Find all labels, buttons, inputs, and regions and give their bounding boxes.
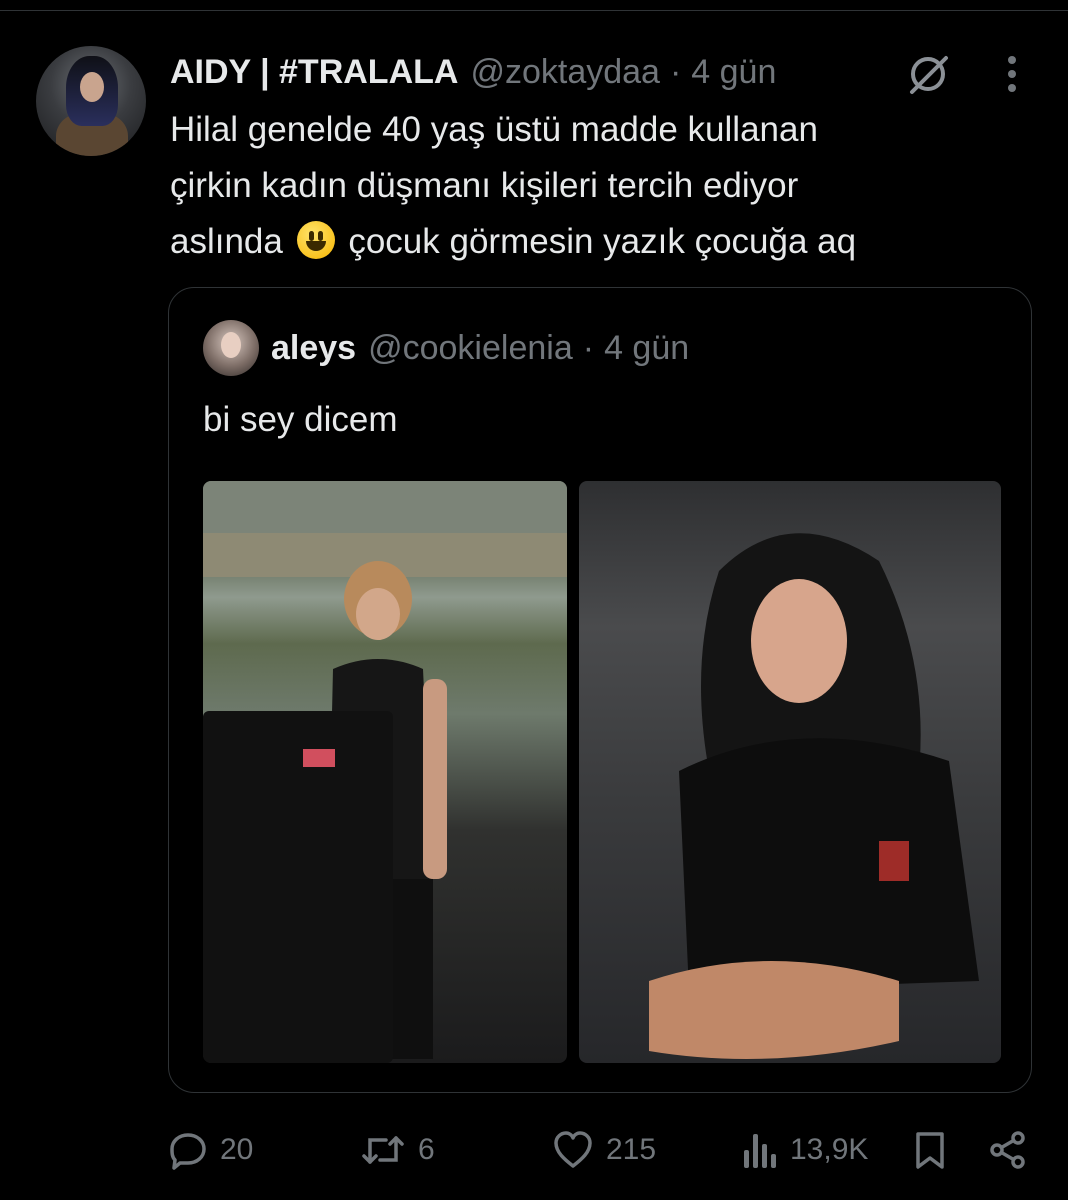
repost-button[interactable]: 6 xyxy=(360,1128,435,1172)
tweet-text-segment: aslında xyxy=(170,222,283,261)
quoted-image-2[interactable] xyxy=(579,481,1001,1063)
tweet-header: AIDY | #TRALALA @zoktaydaa · 4 gün xyxy=(170,50,776,94)
bookmark-icon xyxy=(916,1132,944,1169)
views-count: 13,9K xyxy=(790,1133,869,1166)
more-icon[interactable] xyxy=(996,50,1028,98)
repost-count: 6 xyxy=(418,1133,435,1166)
quoted-tweet-header: aleys @cookielenia · 4 gün xyxy=(271,326,689,370)
author-avatar[interactable] xyxy=(36,46,146,156)
quoted-tweet-text: bi sey dicem xyxy=(203,400,398,439)
bookmark-button[interactable] xyxy=(912,1128,948,1172)
quoted-author-handle[interactable]: @cookielenia xyxy=(368,329,573,368)
quoted-image-1[interactable] xyxy=(203,481,567,1063)
quoted-timestamp[interactable]: 4 gün xyxy=(604,329,689,368)
tweet-text-segment: çocuk görmesin yazık çocuğa aq xyxy=(348,222,857,261)
quoted-author-avatar[interactable] xyxy=(203,320,259,376)
smiling-face-emoji-icon xyxy=(296,221,335,259)
reply-icon xyxy=(170,1133,206,1170)
quoted-header-separator: · xyxy=(582,328,595,367)
tweet-text: Hilal genelde 40 yaş üstü madde kullanan… xyxy=(170,102,1030,270)
author-display-name[interactable]: AIDY | #TRALALA xyxy=(170,53,458,92)
reply-count: 20 xyxy=(220,1133,254,1166)
grok-icon[interactable] xyxy=(904,50,952,98)
share-button[interactable] xyxy=(988,1128,1028,1172)
share-icon xyxy=(990,1131,1025,1169)
like-count: 215 xyxy=(606,1133,657,1166)
tweet-text-line-1: Hilal genelde 40 yaş üstü madde kullanan xyxy=(170,110,818,149)
quoted-author-display-name[interactable]: aleys xyxy=(271,329,356,368)
repost-icon xyxy=(362,1136,404,1164)
header-separator: · xyxy=(669,52,682,91)
tweet-text-line-2: çirkin kadın düşmanı kişileri tercih edi… xyxy=(170,166,799,205)
like-icon xyxy=(554,1131,592,1168)
tweet-actions-bar: 20 6 215 13,9K xyxy=(0,1120,1068,1180)
tweet-timestamp[interactable]: 4 gün xyxy=(691,53,776,92)
views-button[interactable]: 13,9K xyxy=(742,1128,868,1172)
reply-button[interactable]: 20 xyxy=(168,1128,253,1172)
like-button[interactable]: 215 xyxy=(552,1128,656,1172)
quoted-tweet-card[interactable]: aleys @cookielenia · 4 gün bi sey dicem xyxy=(168,287,1032,1093)
tweet-text-line-3: aslında çocuk görmesin yazık çocuğa aq xyxy=(170,214,1030,270)
author-handle[interactable]: @zoktaydaa xyxy=(470,53,660,92)
views-icon xyxy=(744,1134,776,1168)
top-divider xyxy=(0,10,1068,11)
